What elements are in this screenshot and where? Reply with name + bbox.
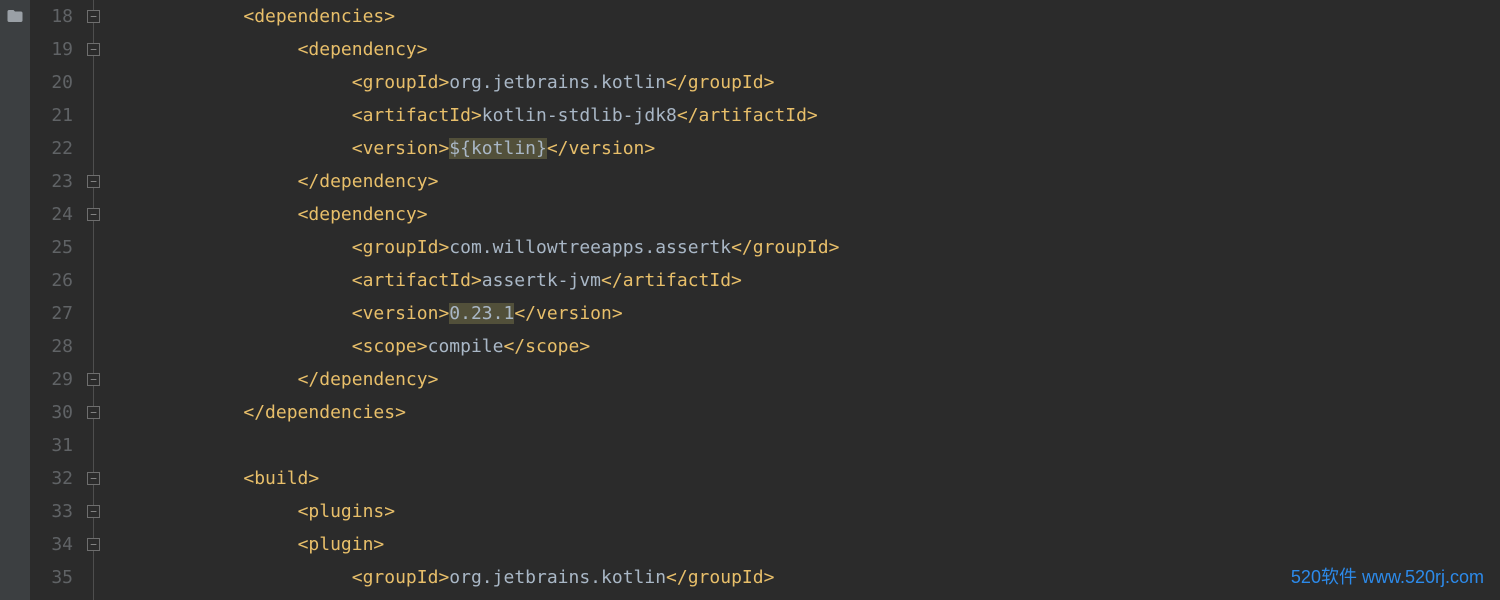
code-line[interactable]: <dependency> bbox=[135, 33, 1500, 66]
fold-column[interactable]: − − − − − − − − − bbox=[85, 0, 135, 600]
icon-sidebar bbox=[0, 0, 30, 600]
code-line[interactable]: <version>${kotlin}</version> bbox=[135, 132, 1500, 165]
line-number: 30 bbox=[30, 396, 73, 429]
code-line[interactable]: <dependencies> bbox=[135, 0, 1500, 33]
line-number: 22 bbox=[30, 132, 73, 165]
code-line[interactable]: <build> bbox=[135, 462, 1500, 495]
code-line[interactable]: <groupId>org.jetbrains.kotlin</groupId> bbox=[135, 66, 1500, 99]
code-line[interactable]: </dependency> bbox=[135, 363, 1500, 396]
line-number: 18 bbox=[30, 0, 73, 33]
line-number: 19 bbox=[30, 33, 73, 66]
fold-open-icon[interactable]: − bbox=[87, 10, 100, 23]
line-number: 20 bbox=[30, 66, 73, 99]
fold-open-icon[interactable]: − bbox=[87, 43, 100, 56]
line-number: 21 bbox=[30, 99, 73, 132]
line-number: 25 bbox=[30, 231, 73, 264]
line-number: 27 bbox=[30, 297, 73, 330]
fold-close-icon[interactable]: − bbox=[87, 406, 100, 419]
line-number: 29 bbox=[30, 363, 73, 396]
fold-close-icon[interactable]: − bbox=[87, 175, 100, 188]
fold-open-icon[interactable]: − bbox=[87, 505, 100, 518]
line-number: 24 bbox=[30, 198, 73, 231]
line-number: 34 bbox=[30, 528, 73, 561]
code-editor[interactable]: 181920212223242526272829303132333435 −−−… bbox=[0, 0, 1500, 600]
code-line[interactable]: </dependency> bbox=[135, 165, 1500, 198]
code-line[interactable]: <dependency> bbox=[135, 198, 1500, 231]
watermark-text: 520软件 www.520rj.com bbox=[1291, 561, 1484, 594]
folder-icon bbox=[6, 7, 24, 25]
code-line[interactable]: <scope>compile</scope> bbox=[135, 330, 1500, 363]
code-line[interactable]: <groupId>com.willowtreeapps.assertk</gro… bbox=[135, 231, 1500, 264]
line-number: 33 bbox=[30, 495, 73, 528]
code-line[interactable]: <artifactId>kotlin-stdlib-jdk8</artifact… bbox=[135, 99, 1500, 132]
line-number: 28 bbox=[30, 330, 73, 363]
code-line[interactable]: </dependencies> bbox=[135, 396, 1500, 429]
code-line[interactable]: <artifactId>assertk-jvm</artifactId> bbox=[135, 264, 1500, 297]
code-line[interactable] bbox=[135, 429, 1500, 462]
line-number: 23 bbox=[30, 165, 73, 198]
line-number-gutter: 181920212223242526272829303132333435 bbox=[30, 0, 85, 600]
code-line[interactable]: <version>0.23.1</version> bbox=[135, 297, 1500, 330]
line-number: 35 bbox=[30, 561, 73, 594]
fold-open-icon[interactable]: − bbox=[87, 538, 100, 551]
fold-open-icon[interactable]: − bbox=[87, 208, 100, 221]
line-number: 32 bbox=[30, 462, 73, 495]
fold-close-icon[interactable]: − bbox=[87, 373, 100, 386]
code-line[interactable]: <plugins> bbox=[135, 495, 1500, 528]
code-area[interactable]: <dependencies> <dependency> <groupId>org… bbox=[135, 0, 1500, 600]
line-number: 26 bbox=[30, 264, 73, 297]
code-line[interactable]: <plugin> bbox=[135, 528, 1500, 561]
fold-open-icon[interactable]: − bbox=[87, 472, 100, 485]
line-number: 31 bbox=[30, 429, 73, 462]
